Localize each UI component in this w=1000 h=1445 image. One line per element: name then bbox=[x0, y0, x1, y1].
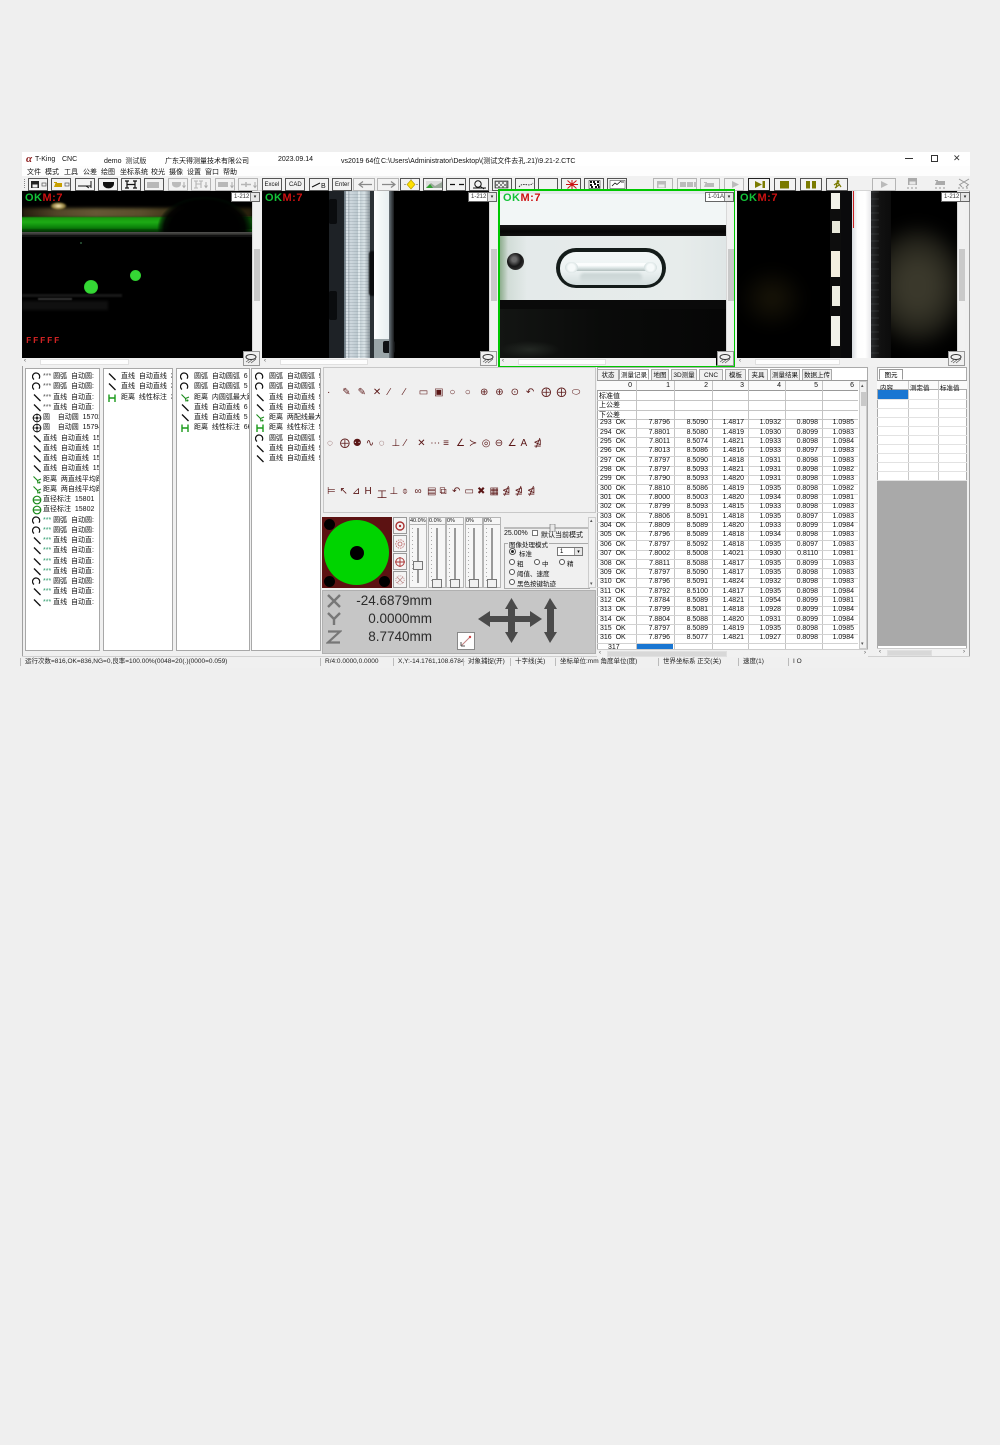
svg-text:B: B bbox=[321, 183, 326, 190]
